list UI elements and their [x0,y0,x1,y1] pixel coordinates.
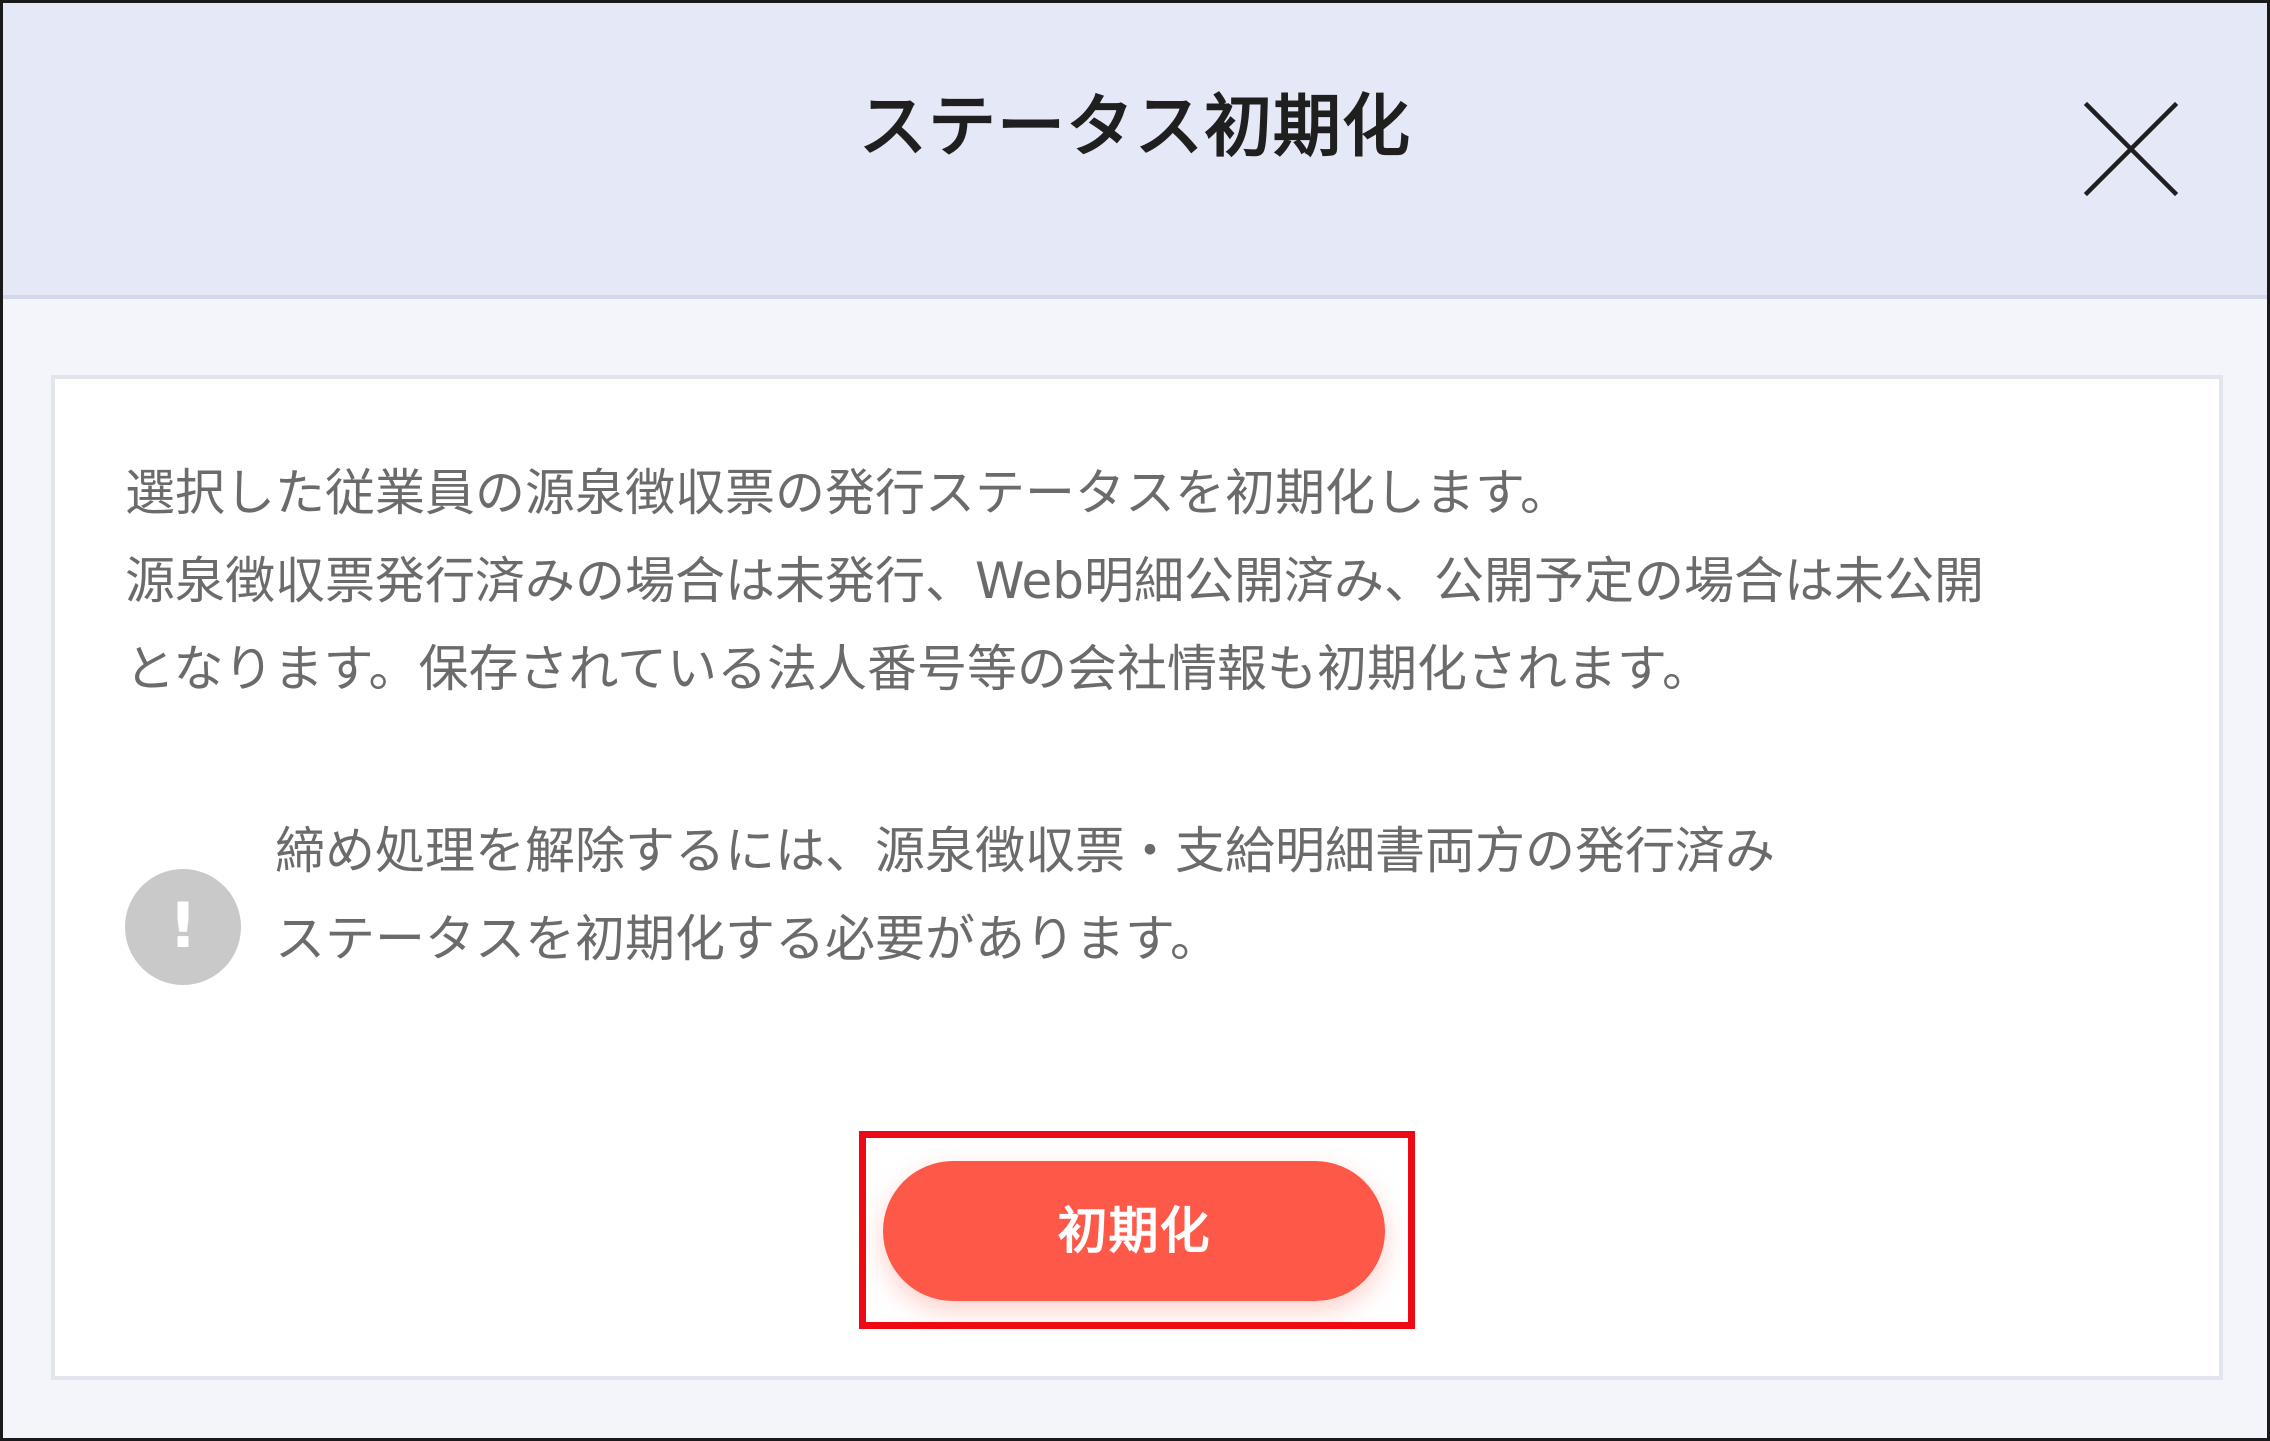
exclamation-glyph: ! [168,889,198,962]
notice-line: ステータスを初期化する必要があります。 [275,910,1220,968]
description-text: 選択した従業員の源泉徴収票の発行ステータスを初期化します。 源泉徴収票発行済みの… [125,449,2165,713]
dialog-header: ステータス初期化 [3,3,2267,299]
dialog-content: 選択した従業員の源泉徴収票の発行ステータスを初期化します。 源泉徴収票発行済みの… [51,375,2223,1380]
notice-text: 締め処理を解除するには、源泉徴収票・支給明細書両方の発行済み ステータスを初期化… [275,807,1775,983]
notice: ! 締め処理を解除するには、源泉徴収票・支給明細書両方の発行済み ステータスを初… [125,822,2165,1039]
notice-line: 締め処理を解除するには、源泉徴収票・支給明細書両方の発行済み [275,822,1775,880]
description-line: 源泉徴収票発行済みの場合は未発行、Web明細公開済み、公開予定の場合は未公開 [125,552,1985,610]
dialog-title: ステータス初期化 [858,88,1411,167]
description-line: 選択した従業員の源泉徴収票の発行ステータスを初期化します。 [125,464,1570,522]
description-line: となります。保存されている法人番号等の会社情報も初期化されます。 [125,640,1712,698]
close-button[interactable] [2081,99,2181,199]
dialog-frame: ステータス初期化 選択した従業員の源泉徴収票の発行ステータスを初期化します。 源… [0,0,2270,1441]
close-icon [2083,101,2179,197]
initialize-button[interactable]: 初期化 [883,1161,1385,1301]
exclamation-icon: ! [125,869,241,985]
